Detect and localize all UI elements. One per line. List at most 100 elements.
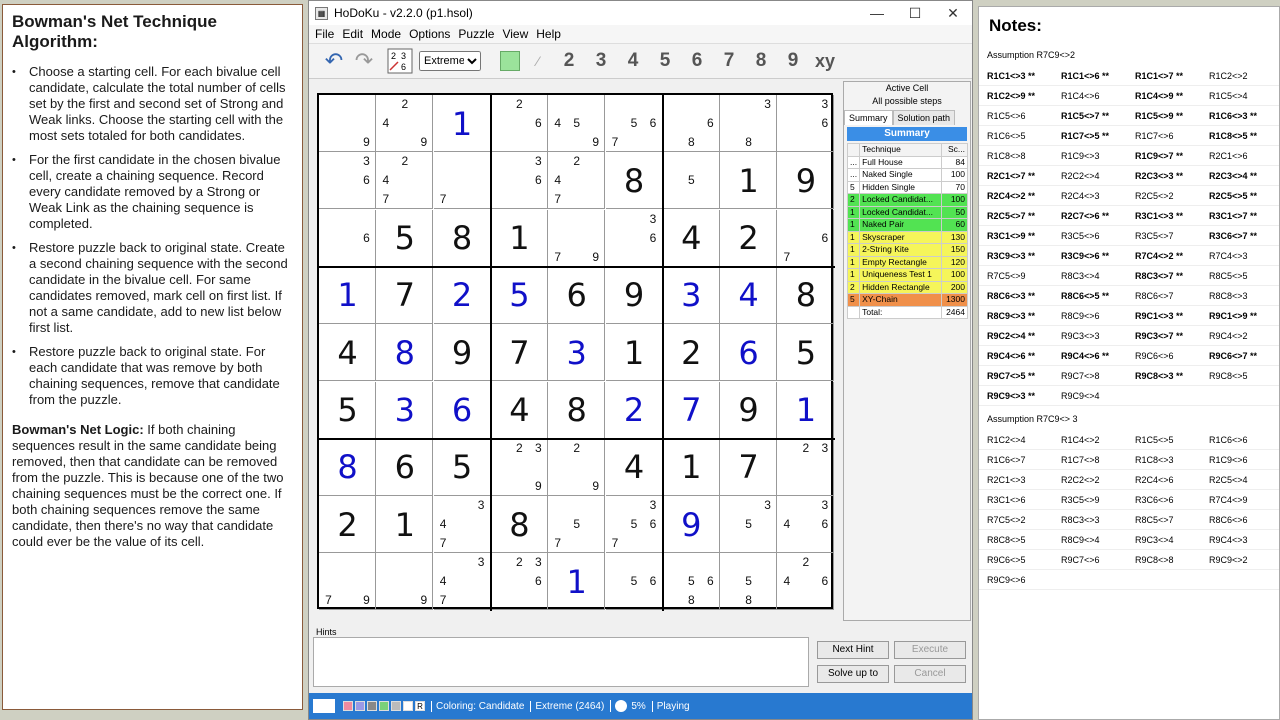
summary-row[interactable]: 1 Skyscraper 130 bbox=[846, 230, 968, 244]
sudoku-cell-r7c5[interactable]: 29 bbox=[548, 438, 606, 496]
sudoku-cell-r1c4[interactable]: 26 bbox=[490, 95, 548, 152]
color-swatch[interactable] bbox=[391, 701, 401, 711]
minimize-icon[interactable]: — bbox=[858, 5, 896, 21]
sudoku-cell-r9c6[interactable]: 56 bbox=[605, 553, 663, 611]
sudoku-cell-r5c4[interactable]: 7 bbox=[490, 324, 548, 382]
sudoku-cell-r8c2[interactable]: 1 bbox=[376, 496, 434, 554]
tab-solution-path[interactable]: Solution path bbox=[892, 110, 956, 125]
sudoku-cell-r1c6[interactable]: 56 7 bbox=[605, 95, 663, 152]
menu-options[interactable]: Options bbox=[405, 27, 454, 41]
sudoku-cell-r6c5[interactable]: 8 bbox=[548, 381, 606, 439]
active-cell-label[interactable]: Active Cell bbox=[844, 82, 970, 95]
filter-digit-4-button[interactable]: 4 bbox=[617, 46, 649, 76]
menu-mode[interactable]: Mode bbox=[367, 27, 405, 41]
reset-colors-button[interactable]: R bbox=[415, 701, 425, 711]
sudoku-cell-r7c3[interactable]: 5 bbox=[433, 438, 491, 496]
filter-digit-3-button[interactable]: 3 bbox=[585, 46, 617, 76]
sudoku-cell-r5c1[interactable]: 4 bbox=[319, 324, 376, 382]
filter-digit-6-button[interactable]: 6 bbox=[681, 46, 713, 76]
filter-digit-5-button[interactable]: 5 bbox=[649, 46, 681, 76]
sudoku-cell-r8c8[interactable]: 35 bbox=[720, 496, 778, 554]
sudoku-cell-r6c8[interactable]: 9 bbox=[720, 381, 778, 439]
all-steps-label[interactable]: All possible steps bbox=[844, 95, 970, 108]
sudoku-cell-r1c8[interactable]: 38 bbox=[720, 95, 778, 152]
sudoku-cell-r7c9[interactable]: 23 bbox=[777, 438, 835, 496]
sudoku-cell-r4c4[interactable]: 5 bbox=[490, 266, 548, 324]
next-hint-button[interactable]: Next Hint bbox=[817, 641, 889, 659]
cancel-button[interactable]: Cancel bbox=[894, 665, 966, 683]
sudoku-cell-r9c4[interactable]: 23 6 bbox=[490, 553, 548, 611]
filter-bivalue-button[interactable]: xy bbox=[809, 46, 841, 76]
sudoku-cell-r4c7[interactable]: 3 bbox=[662, 266, 720, 324]
sudoku-cell-r1c5[interactable]: 459 bbox=[548, 95, 606, 152]
sudoku-cell-r9c8[interactable]: 58 bbox=[720, 553, 778, 611]
menu-view[interactable]: View bbox=[498, 27, 532, 41]
summary-row[interactable]: 1 Uniqueness Test 1 100 bbox=[846, 268, 968, 282]
menu-help[interactable]: Help bbox=[532, 27, 565, 41]
sudoku-cell-r1c2[interactable]: 24 9 bbox=[376, 95, 434, 152]
summary-row[interactable]: 2 Locked Candidat... 100 bbox=[846, 193, 968, 207]
undo-icon[interactable]: ↶ bbox=[319, 46, 349, 76]
sudoku-cell-r8c7[interactable]: 9 bbox=[662, 496, 720, 554]
summary-row[interactable]: 5 Hidden Single 70 bbox=[846, 180, 968, 194]
tab-summary[interactable]: Summary bbox=[844, 110, 893, 125]
sudoku-cell-r6c6[interactable]: 2 bbox=[605, 381, 663, 439]
sudoku-cell-r2c1[interactable]: 36 bbox=[319, 152, 376, 210]
summary-row[interactable]: 1 2-String Kite 150 bbox=[846, 243, 968, 257]
summary-row[interactable]: 1 Empty Rectangle 120 bbox=[846, 255, 968, 269]
sudoku-cell-r1c3[interactable]: 1 bbox=[433, 95, 491, 152]
summary-row[interactable]: 1 Naked Pair 60 bbox=[846, 218, 968, 232]
sudoku-cell-r8c5[interactable]: 57 bbox=[548, 496, 606, 554]
sudoku-cell-r9c7[interactable]: 568 bbox=[662, 553, 720, 611]
solve-up-to-button[interactable]: Solve up to bbox=[817, 665, 889, 683]
sudoku-cell-r4c5[interactable]: 6 bbox=[548, 266, 606, 324]
filter-digit-8-button[interactable]: 8 bbox=[745, 46, 777, 76]
sudoku-cell-r3c7[interactable]: 4 bbox=[662, 209, 720, 267]
sudoku-cell-r4c6[interactable]: 9 bbox=[605, 266, 663, 324]
sudoku-cell-r2c7[interactable]: 5 bbox=[662, 152, 720, 210]
menu-file[interactable]: File bbox=[311, 27, 338, 41]
technique-col-header[interactable]: Technique bbox=[859, 143, 942, 157]
summary-row[interactable]: ... Full House 84 bbox=[846, 155, 968, 169]
sudoku-cell-r2c3[interactable]: 7 bbox=[433, 152, 491, 210]
hints-textarea[interactable] bbox=[313, 637, 809, 687]
redo-icon[interactable]: ↷ bbox=[349, 46, 379, 76]
sudoku-cell-r3c3[interactable]: 8 bbox=[433, 209, 491, 267]
filter-icon[interactable]: ⁄ bbox=[523, 46, 553, 76]
sudoku-cell-r6c1[interactable]: 5 bbox=[319, 381, 376, 439]
sudoku-cell-r8c9[interactable]: 3 4 6 bbox=[777, 496, 835, 554]
sudoku-cell-r8c4[interactable]: 8 bbox=[490, 496, 548, 554]
sudoku-cell-r4c9[interactable]: 8 bbox=[777, 266, 835, 324]
sudoku-cell-r5c2[interactable]: 8 bbox=[376, 324, 434, 382]
score-col-header[interactable]: Sc... bbox=[941, 143, 968, 157]
execute-button[interactable]: Execute bbox=[894, 641, 966, 659]
color-swatch[interactable] bbox=[343, 701, 353, 711]
sudoku-cell-r7c6[interactable]: 4 bbox=[605, 438, 663, 496]
sudoku-cell-r3c2[interactable]: 5 bbox=[376, 209, 434, 267]
sudoku-cell-r9c1[interactable]: 79 bbox=[319, 553, 376, 611]
sudoku-cell-r7c2[interactable]: 6 bbox=[376, 438, 434, 496]
sudoku-cell-r3c8[interactable]: 2 bbox=[720, 209, 778, 267]
sudoku-cell-r3c4[interactable]: 1 bbox=[490, 209, 548, 267]
difficulty-select[interactable]: Extreme bbox=[419, 51, 481, 71]
sudoku-cell-r9c2[interactable]: 9 bbox=[376, 553, 434, 611]
sudoku-cell-r2c9[interactable]: 9 bbox=[777, 152, 835, 210]
sudoku-cell-r7c4[interactable]: 23 9 bbox=[490, 438, 548, 496]
color-swatch[interactable] bbox=[367, 701, 377, 711]
color-swatch[interactable] bbox=[355, 701, 365, 711]
sudoku-cell-r1c7[interactable]: 68 bbox=[662, 95, 720, 152]
sudoku-cell-r2c2[interactable]: 24 7 bbox=[376, 152, 434, 210]
summary-row[interactable]: 5 XY-Chain 1300 bbox=[846, 293, 968, 307]
filter-color-icon[interactable] bbox=[497, 46, 523, 76]
sudoku-cell-r2c6[interactable]: 8 bbox=[605, 152, 663, 210]
sudoku-cell-r2c5[interactable]: 24 7 bbox=[548, 152, 606, 210]
sudoku-cell-r3c5[interactable]: 79 bbox=[548, 209, 606, 267]
sudoku-cell-r1c1[interactable]: 9 bbox=[319, 95, 376, 152]
summary-row[interactable]: ... Naked Single 100 bbox=[846, 168, 968, 182]
filter-digit-7-button[interactable]: 7 bbox=[713, 46, 745, 76]
menu-puzzle[interactable]: Puzzle bbox=[454, 27, 498, 41]
sudoku-cell-r2c8[interactable]: 1 bbox=[720, 152, 778, 210]
sudoku-cell-r7c8[interactable]: 7 bbox=[720, 438, 778, 496]
summary-row[interactable]: 1 Locked Candidat... 50 bbox=[846, 205, 968, 219]
sudoku-cell-r3c6[interactable]: 36 bbox=[605, 209, 663, 267]
